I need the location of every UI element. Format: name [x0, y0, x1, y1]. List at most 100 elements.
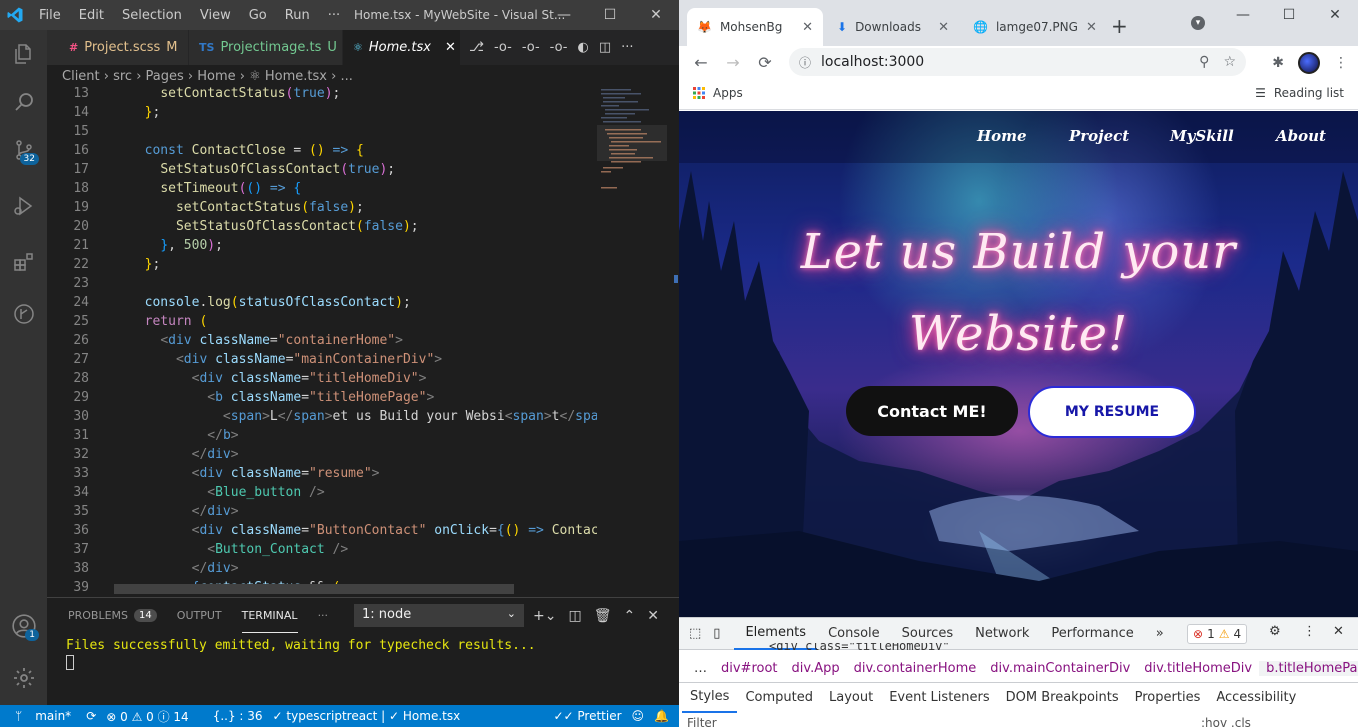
code-line[interactable]: 37 <Button_Contact />: [47, 540, 597, 559]
explorer-icon[interactable]: [0, 30, 47, 78]
close-panel-icon[interactable]: ✕: [647, 608, 659, 624]
code-line[interactable]: 35 </div>: [47, 502, 597, 521]
forward-arrow-icon[interactable]: →: [717, 46, 749, 78]
code-line[interactable]: 16 const ContactClose = () => {: [47, 141, 597, 160]
tab-home-tsx[interactable]: ⚛ Home.tsx ✕: [343, 30, 461, 65]
code-line[interactable]: 17 SetStatusOfClassContact(true);: [47, 160, 597, 179]
tab-performance[interactable]: Performance: [1040, 618, 1144, 650]
code-line[interactable]: 38 </div>: [47, 559, 597, 578]
branch-status[interactable]: ᛘ main*: [0, 709, 81, 723]
close-button[interactable]: ✕: [633, 0, 679, 30]
settings-gear-icon[interactable]: [0, 654, 47, 702]
horizontal-scrollbar[interactable]: [114, 584, 514, 594]
code-line[interactable]: 22 };: [47, 255, 597, 274]
code-line[interactable]: 20 SetStatusOfClassContact(false);: [47, 217, 597, 236]
extensions-puzzle-icon[interactable]: ✱: [1272, 55, 1284, 71]
close-button[interactable]: ✕: [1312, 0, 1358, 30]
code-line[interactable]: 33 <div className="resume">: [47, 464, 597, 483]
zoom-icon[interactable]: ⚲: [1199, 54, 1209, 70]
menu-file[interactable]: File: [30, 8, 70, 23]
run-debug-icon[interactable]: [0, 182, 47, 230]
maximize-button[interactable]: ☐: [587, 0, 633, 30]
address-bar[interactable]: ⓘ localhost:3000 ⚲ ☆: [789, 48, 1246, 76]
feedback-icon[interactable]: ☺: [627, 709, 650, 723]
more-actions-icon[interactable]: ···: [621, 40, 633, 55]
crumb-maincontainerdiv[interactable]: div.mainContainerDiv: [983, 661, 1137, 676]
crumb-ellipsis[interactable]: …: [687, 661, 714, 676]
menu-go[interactable]: Go: [240, 8, 276, 23]
bookmark-star-icon[interactable]: ☆: [1223, 54, 1236, 70]
crumb-app[interactable]: div.App: [785, 661, 847, 676]
source-control-icon[interactable]: 32: [0, 126, 47, 174]
menu-more[interactable]: ···: [319, 8, 349, 23]
device-toolbar-icon[interactable]: ▯: [709, 626, 734, 641]
close-tab-icon[interactable]: ✕: [802, 20, 813, 35]
menu-selection[interactable]: Selection: [113, 8, 191, 23]
menu-view[interactable]: View: [191, 8, 240, 23]
crumb-root[interactable]: div#root: [714, 661, 785, 676]
contact-me-button[interactable]: Contact ME!: [846, 386, 1018, 436]
language-status[interactable]: ✓ typescriptreact | ✓ Home.tsx: [268, 709, 466, 723]
code-line[interactable]: 27 <div className="mainContainerDiv">: [47, 350, 597, 369]
apps-shortcut[interactable]: Apps: [693, 86, 743, 100]
code-line[interactable]: 15: [47, 122, 597, 141]
more-tabs-button[interactable]: »: [1145, 618, 1175, 650]
menu-edit[interactable]: Edit: [70, 8, 113, 23]
notifications-icon[interactable]: 🔔: [649, 709, 679, 723]
code-line[interactable]: 19 setContactStatus(false);: [47, 198, 597, 217]
chevron-up-icon[interactable]: ⌃: [623, 608, 635, 624]
timeline-icon[interactable]: ◐: [577, 40, 588, 55]
tab-search-icon[interactable]: ▾: [1191, 16, 1205, 30]
code-line[interactable]: 18 setTimeout(() => {: [47, 179, 597, 198]
issues-counter[interactable]: ⊗ 1 ⚠ 4: [1187, 624, 1248, 644]
back-arrow-icon[interactable]: ←: [685, 46, 717, 78]
code-line[interactable]: 32 </div>: [47, 445, 597, 464]
reading-list[interactable]: ☰ Reading list: [1255, 86, 1344, 100]
code-line[interactable]: 31 </b>: [47, 426, 597, 445]
accounts-icon[interactable]: 1: [0, 602, 47, 650]
devtools-settings-gear-icon[interactable]: ⚙: [1269, 624, 1281, 639]
tab-projectimage-ts[interactable]: TS Projectimage.ts U: [189, 30, 343, 65]
tab-styles[interactable]: Styles: [682, 683, 738, 713]
devtools-menu-icon[interactable]: ⋮: [1303, 624, 1316, 639]
search-icon[interactable]: [0, 78, 47, 126]
new-terminal-icon[interactable]: +⌄: [533, 608, 556, 624]
tab-output[interactable]: OUTPUT: [177, 598, 222, 633]
tab-dom-breakpoints[interactable]: DOM Breakpoints: [998, 683, 1127, 713]
code-line[interactable]: 26 <div className="containerHome">: [47, 331, 597, 350]
close-devtools-icon[interactable]: ✕: [1333, 624, 1344, 639]
new-tab-button[interactable]: +: [1111, 14, 1128, 38]
minimap[interactable]: [597, 87, 667, 595]
problems-status[interactable]: ⊗ 0 ⚠ 0 ⓘ 14: [101, 708, 193, 725]
tab-problems[interactable]: PROBLEMS 14: [68, 598, 157, 633]
dom-tree-line[interactable]: <div class="titleHomeDiv": [769, 643, 950, 651]
editor-scrollbar[interactable]: [667, 87, 679, 595]
tab-network[interactable]: Network: [964, 618, 1040, 650]
code-line[interactable]: 13 setContactStatus(true);: [47, 87, 597, 103]
close-tab-icon[interactable]: ✕: [938, 20, 949, 35]
code-line[interactable]: 29 <b className="titleHomePage">: [47, 388, 597, 407]
crumb-titlehomepage[interactable]: b.titleHomePage: [1259, 660, 1358, 676]
code-line[interactable]: 14 };: [47, 103, 597, 122]
tab-terminal[interactable]: TERMINAL: [241, 598, 298, 633]
code-line[interactable]: 23: [47, 274, 597, 293]
commit-icon[interactable]: -o-: [550, 40, 568, 55]
close-tab-icon[interactable]: ✕: [445, 40, 456, 55]
trash-icon[interactable]: 🗑: [594, 608, 612, 624]
close-tab-icon[interactable]: ✕: [1086, 20, 1097, 35]
git-lens-icon[interactable]: [0, 290, 47, 338]
nav-myskill[interactable]: MySkill: [1170, 127, 1234, 145]
braces-status[interactable]: {..} : 36: [208, 709, 268, 723]
tab-mohsenbg[interactable]: 🦊 MohsenBg ✕: [687, 8, 823, 46]
code-line[interactable]: 30 <span>L</span>et us Build your Websi<…: [47, 407, 597, 426]
tab-layout[interactable]: Layout: [821, 683, 881, 713]
my-resume-button[interactable]: MY RESUME: [1028, 386, 1196, 438]
hov-cls-toggles[interactable]: :hov .cls: [1201, 716, 1251, 727]
styles-filter-input[interactable]: Filter: [687, 716, 717, 727]
sync-icon[interactable]: ⟳: [81, 709, 101, 723]
code-line[interactable]: 36 <div className="ButtonContact" onClic…: [47, 521, 597, 540]
crumb-containerhome[interactable]: div.containerHome: [847, 661, 984, 676]
code-editor[interactable]: 13 setContactStatus(true); 14 }; 15 16 cons…: [47, 87, 597, 595]
tab-more[interactable]: ···: [318, 598, 329, 633]
code-line[interactable]: 25 return (: [47, 312, 597, 331]
